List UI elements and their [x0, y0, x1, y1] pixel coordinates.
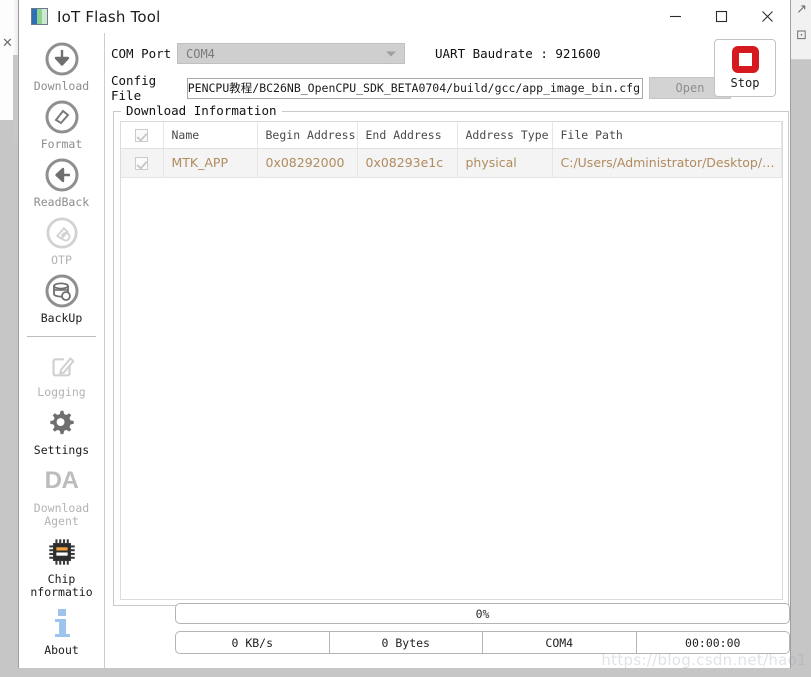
gear-icon	[46, 404, 78, 442]
info-icon	[47, 604, 77, 642]
config-file-input[interactable]: ktop/BC26 OPENCPU教程/BC26NB_OpenCPU_SDK_B…	[187, 77, 643, 99]
background-window-right-edge: ↗ ⊡	[789, 0, 811, 60]
chip-icon	[46, 533, 78, 571]
com-port-label: COM Port	[111, 46, 172, 61]
cell-end-address: 0x08293e1c	[357, 148, 458, 178]
column-header-address-type[interactable]: Address Type	[457, 122, 553, 149]
sidebar-item-label: BackUp	[40, 311, 83, 325]
row-select-cell[interactable]	[121, 148, 164, 178]
sidebar-item-logging[interactable]: Logging	[19, 343, 104, 401]
sidebar-item-label: Download Agent	[33, 501, 90, 528]
download-circle-icon	[45, 40, 79, 78]
window-title: IoT Flash Tool	[57, 7, 161, 26]
stop-button-label: Stop	[730, 76, 760, 90]
sidebar-item-label: ReadBack	[33, 195, 90, 209]
background-glyph2-icon: ⊡	[796, 28, 807, 43]
status-bar: 0 KB/s 0 Bytes COM4 00:00:00	[175, 631, 790, 654]
sidebar-item-label: Chip nformatio	[30, 573, 93, 599]
column-header-end-address[interactable]: End Address	[357, 122, 458, 149]
eraser-circle-icon	[45, 98, 79, 136]
cell-begin-address: 0x08292000	[257, 148, 358, 178]
sidebar-item-otp[interactable]: OTP	[19, 211, 104, 269]
main-content: COM Port COM4 UART Baudrate : 921600 Con…	[105, 33, 790, 668]
minimize-button[interactable]	[652, 0, 698, 33]
status-speed: 0 KB/s	[176, 632, 330, 653]
stop-button[interactable]: Stop	[714, 39, 776, 97]
row-checkbox[interactable]	[135, 157, 149, 170]
sidebar-item-backup[interactable]: BackUp	[19, 269, 104, 327]
title-bar: IoT Flash Tool	[19, 0, 790, 33]
column-header-name[interactable]: Name	[163, 122, 258, 149]
app-logo-icon	[31, 8, 48, 25]
select-all-checkbox[interactable]	[135, 128, 149, 142]
window-controls	[652, 0, 790, 33]
column-header-begin-address[interactable]: Begin Address	[257, 122, 358, 149]
com-port-row: COM Port COM4 UART Baudrate : 921600	[111, 43, 601, 64]
da-text-icon: DA	[44, 467, 79, 494]
sidebar-item-settings[interactable]: Settings	[19, 401, 104, 459]
sidebar-item-download[interactable]: Download	[19, 37, 104, 95]
config-file-row: Config File ktop/BC26 OPENCPU教程/BC26NB_O…	[111, 73, 731, 103]
stop-square-icon	[731, 46, 759, 73]
pencil-square-icon	[46, 346, 78, 384]
sidebar-divider	[27, 336, 96, 337]
close-button[interactable]	[744, 0, 790, 33]
uart-baudrate-label: UART Baudrate : 921600	[435, 46, 601, 61]
com-port-value: COM4	[186, 46, 215, 61]
table-header-row: Name Begin Address End Address Address T…	[121, 122, 782, 149]
sidebar-item-download-agent[interactable]: DA Download Agent	[19, 459, 104, 530]
column-header-file-path[interactable]: File Path	[552, 122, 782, 149]
otp-circle-icon	[45, 214, 78, 252]
maximize-button[interactable]	[698, 0, 744, 33]
database-circle-icon	[45, 272, 79, 310]
sidebar-item-chip-information[interactable]: Chip nformatio	[19, 530, 104, 601]
sidebar-item-format[interactable]: Format	[19, 95, 104, 153]
status-bytes: 0 Bytes	[330, 632, 483, 653]
download-information-table[interactable]: Name Begin Address End Address Address T…	[120, 121, 783, 600]
iot-flash-tool-window: IoT Flash Tool Download Format ReadBack …	[18, 0, 791, 668]
cell-name: MTK_APP	[163, 148, 258, 178]
download-information-group: Download Information Name Begin Address …	[113, 103, 789, 606]
cell-address-type: physical	[457, 148, 553, 178]
sidebar-item-about[interactable]: About	[19, 601, 104, 659]
background-close-icon: ✕	[2, 36, 13, 51]
status-elapsed-time: 00:00:00	[685, 635, 741, 650]
window-body: Download Format ReadBack OTP BackUp Logg…	[19, 33, 790, 668]
status-port: COM4	[483, 632, 637, 653]
progress-percent-label: 0%	[475, 606, 490, 621]
background-glyph-icon: ↗	[796, 2, 807, 17]
sidebar-item-label: Settings	[33, 443, 90, 457]
sidebar-item-label: OTP	[51, 253, 72, 267]
table-row[interactable]: MTK_APP 0x08292000 0x08293e1c physical C…	[121, 148, 782, 178]
chevron-down-icon	[386, 51, 396, 56]
sidebar: Download Format ReadBack OTP BackUp Logg…	[19, 33, 105, 668]
download-information-title: Download Information	[121, 103, 282, 118]
sidebar-item-readback[interactable]: ReadBack	[19, 153, 104, 211]
back-arrow-circle-icon	[45, 156, 79, 194]
sidebar-item-label: About	[44, 643, 79, 657]
com-port-select[interactable]: COM4	[177, 43, 405, 64]
sidebar-item-label: Logging	[37, 385, 86, 399]
column-header-select[interactable]	[121, 122, 164, 149]
cell-file-path: C:/Users/Administrator/Desktop/BC2...	[552, 148, 782, 178]
progress-bar: 0%	[175, 603, 790, 624]
sidebar-item-label: Download	[33, 79, 90, 93]
config-file-label: Config File	[111, 73, 157, 103]
sidebar-item-label: Format	[40, 137, 83, 151]
